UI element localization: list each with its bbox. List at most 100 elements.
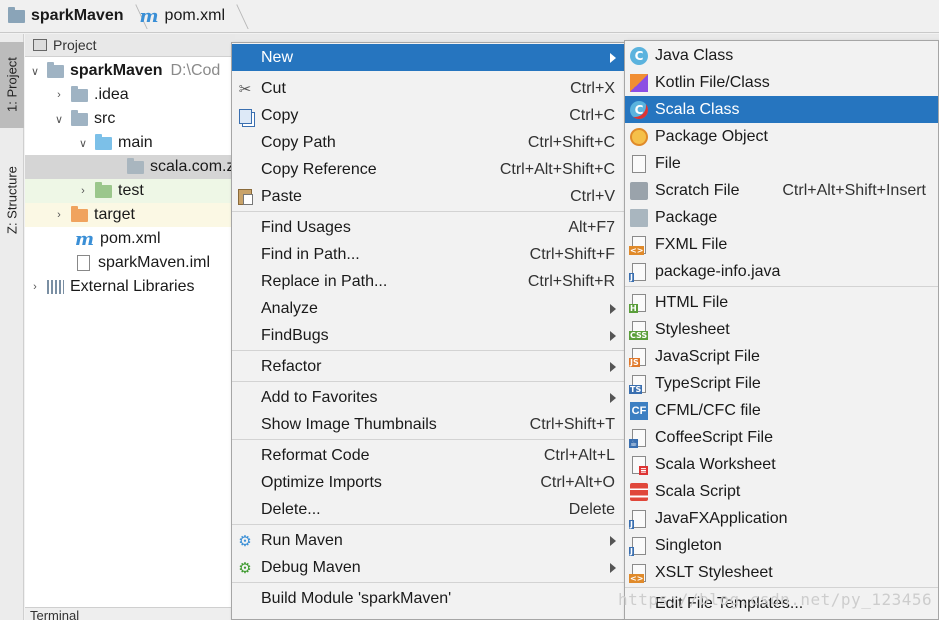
submenu-item-javafx-application[interactable]: J JavaFXApplication [625,505,938,532]
scala-class-icon: C [630,101,648,119]
submenu-item-singleton[interactable]: J Singleton [625,532,938,559]
tab-structure-label: Z: Structure [4,166,20,234]
submenu-item-label: Scala Worksheet [655,455,776,473]
package-icon [630,209,648,227]
submenu-item-xslt[interactable]: <> XSLT Stylesheet [625,559,938,586]
submenu-item-scratch-file[interactable]: Scratch File Ctrl+Alt+Shift+Insert [625,177,938,204]
tree-item-label: scala.com.z [150,158,235,175]
submenu-item-file[interactable]: File [625,150,938,177]
menu-item-label: New [261,48,294,66]
chevron-right-icon[interactable]: › [27,281,43,293]
coffeescript-icon: ☕ [629,429,646,448]
menu-item-findbugs[interactable]: FindBugs [232,322,624,349]
tree-item-label: src [94,110,116,127]
tab-structure[interactable]: Z: Structure [0,152,24,248]
project-panel-header[interactable]: Project [25,34,235,57]
menu-item-build-module[interactable]: Build Module 'sparkMaven' [232,585,624,612]
chevron-right-icon[interactable]: › [51,209,67,221]
submenu-item-package-info[interactable]: J package-info.java [625,258,938,285]
submenu-item-label: TypeScript File [655,374,761,392]
menu-item-label: Debug Maven [261,558,361,576]
tree-item-sparkmaven[interactable]: ∨ sparkMaven D:\Cod [25,59,235,83]
menu-item-find-usages[interactable]: Find Usages Alt+F7 [232,214,624,241]
tree-item-scala-package[interactable]: scala.com.z [25,155,235,179]
submenu-item-coffeescript[interactable]: ☕ CoffeeScript File [625,424,938,451]
menu-item-shortcut: Ctrl+X [570,79,615,97]
submenu-item-package-object[interactable]: Package Object [625,123,938,150]
menu-item-copy-path[interactable]: Copy Path Ctrl+Shift+C [232,129,624,156]
submenu-item-label: File [655,154,681,172]
gear-icon: ⚙ [238,533,252,550]
submenu-item-javascript[interactable]: JS JavaScript File [625,343,938,370]
tree-item-pom[interactable]: m pom.xml [25,227,235,251]
menu-item-show-image-thumbnails[interactable]: Show Image Thumbnails Ctrl+Shift+T [232,411,624,438]
menu-item-cut[interactable]: ✂ Cut Ctrl+X [232,75,624,102]
source-folder-icon [95,133,112,150]
menu-item-new[interactable]: New [232,44,624,71]
submenu-item-label: Stylesheet [655,320,730,338]
tree-item-idea[interactable]: › .idea [25,83,235,107]
menu-item-replace-in-path[interactable]: Replace in Path... Ctrl+Shift+R [232,268,624,295]
menu-item-shortcut: Ctrl+Alt+O [540,473,615,491]
terminal-tab-label: Terminal [30,608,80,620]
submenu-item-package[interactable]: Package [625,204,938,231]
chevron-right-icon[interactable]: › [51,89,67,101]
breadcrumb-file-label: pom.xml [164,7,225,24]
tree-item-main[interactable]: ∨ main [25,131,235,155]
terminal-tab[interactable]: Terminal [25,607,235,620]
menu-item-debug-maven[interactable]: ⚙ Debug Maven [232,554,624,581]
submenu-item-label: HTML File [655,293,729,311]
menu-item-delete[interactable]: Delete... Delete [232,496,624,523]
chevron-right-icon[interactable]: › [75,185,91,197]
submenu-item-stylesheet[interactable]: CSS Stylesheet [625,316,938,343]
menu-item-label: Copy Reference [261,160,377,178]
submenu-item-scala-class[interactable]: C Scala Class [625,96,938,123]
menu-separator [232,381,624,382]
submenu-item-scala-worksheet[interactable]: ≡ Scala Worksheet [625,451,938,478]
file-icon [77,255,90,271]
menu-item-analyze[interactable]: Analyze [232,295,624,322]
menu-item-shortcut: Alt+F7 [568,218,615,236]
menu-item-optimize-imports[interactable]: Optimize Imports Ctrl+Alt+O [232,469,624,496]
menu-item-reformat-code[interactable]: Reformat Code Ctrl+Alt+L [232,442,624,469]
breadcrumb-file[interactable]: m pom.xml [134,0,249,33]
ts-icon: TS [629,375,646,394]
menu-item-paste[interactable]: Paste Ctrl+V [232,183,624,210]
tree-item-path-hint: D:\Cod [170,62,221,79]
menu-item-shortcut: Ctrl+Alt+L [543,446,615,464]
submenu-item-label: Kotlin File/Class [655,73,770,91]
submenu-item-html[interactable]: H HTML File [625,289,938,316]
submenu-item-cfml[interactable]: CF CFML/CFC file [625,397,938,424]
tree-item-target[interactable]: › target [25,203,235,227]
menu-item-add-to-favorites[interactable]: Add to Favorites [232,384,624,411]
menu-item-label: Reformat Code [261,446,370,464]
breadcrumb-project[interactable]: sparkMaven [8,0,148,33]
tab-project[interactable]: 1: Project [0,42,24,128]
submenu-item-typescript[interactable]: TS TypeScript File [625,370,938,397]
submenu-item-label: Scala Script [655,482,741,500]
submenu-arrow-icon [610,392,616,403]
submenu-item-kotlin[interactable]: Kotlin File/Class [625,69,938,96]
menu-item-copy-reference[interactable]: Copy Reference Ctrl+Alt+Shift+C [232,156,624,183]
tree-item-iml[interactable]: sparkMaven.iml [25,251,235,275]
submenu-item-java-class[interactable]: C Java Class [625,42,938,69]
chevron-down-icon[interactable]: ∨ [27,65,43,78]
menu-item-find-in-path[interactable]: Find in Path... Ctrl+Shift+F [232,241,624,268]
fxml-icon: <> [629,236,646,255]
menu-item-run-maven[interactable]: ⚙ Run Maven [232,527,624,554]
menu-item-label: FindBugs [261,326,329,344]
submenu-item-label: XSLT Stylesheet [655,563,773,581]
tree-item-test[interactable]: › test [25,179,235,203]
menu-item-label: Run Maven [261,531,343,549]
chevron-down-icon[interactable]: ∨ [51,113,67,126]
js-icon: JS [629,348,646,367]
tree-item-external-libraries[interactable]: › External Libraries [25,275,235,299]
menu-item-label: Find in Path... [261,245,360,263]
menu-item-shortcut: Ctrl+Shift+T [529,415,615,433]
menu-item-copy[interactable]: Copy Ctrl+C [232,102,624,129]
chevron-down-icon[interactable]: ∨ [75,137,91,150]
submenu-item-fxml[interactable]: <> FXML File [625,231,938,258]
submenu-item-scala-script[interactable]: Scala Script [625,478,938,505]
tree-item-src[interactable]: ∨ src [25,107,235,131]
menu-item-refactor[interactable]: Refactor [232,353,624,380]
